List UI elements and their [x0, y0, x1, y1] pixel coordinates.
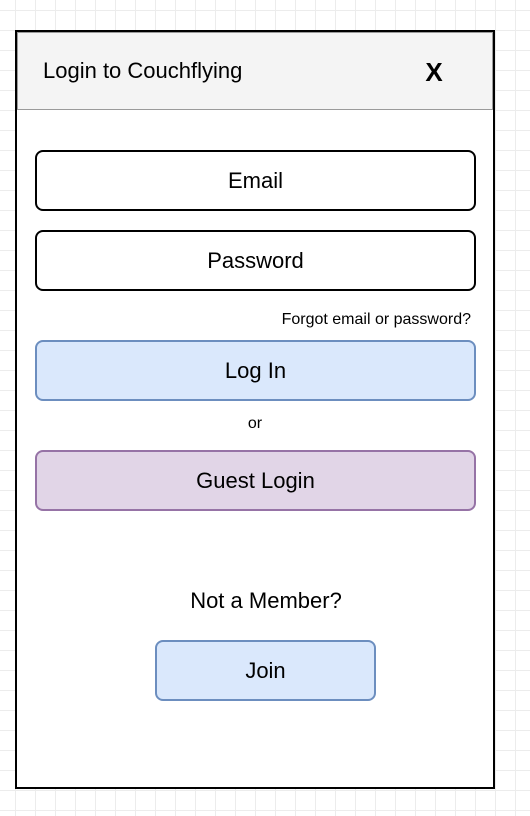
or-separator: or [247, 415, 263, 432]
login-dialog: Login to Couchflying X Forgot email or p… [15, 30, 495, 789]
guest-login-button[interactable]: Guest Login [35, 450, 476, 511]
log-in-button-label: Log In [224, 357, 287, 383]
password-field[interactable] [35, 230, 476, 291]
guest-login-button-label: Guest Login [196, 467, 315, 493]
log-in-button[interactable]: Log In [35, 340, 476, 401]
join-button-label: Join [245, 657, 286, 683]
join-button[interactable]: Join [155, 640, 376, 701]
forgot-password-link[interactable]: Forgot email or password? [282, 310, 471, 330]
email-field[interactable] [35, 150, 476, 211]
not-a-member-text: Not a Member? [190, 588, 342, 613]
close-icon[interactable]: X [421, 56, 447, 88]
dialog-title: Login to Couchflying [43, 58, 243, 83]
dialog-header: Login to Couchflying X [17, 32, 493, 110]
